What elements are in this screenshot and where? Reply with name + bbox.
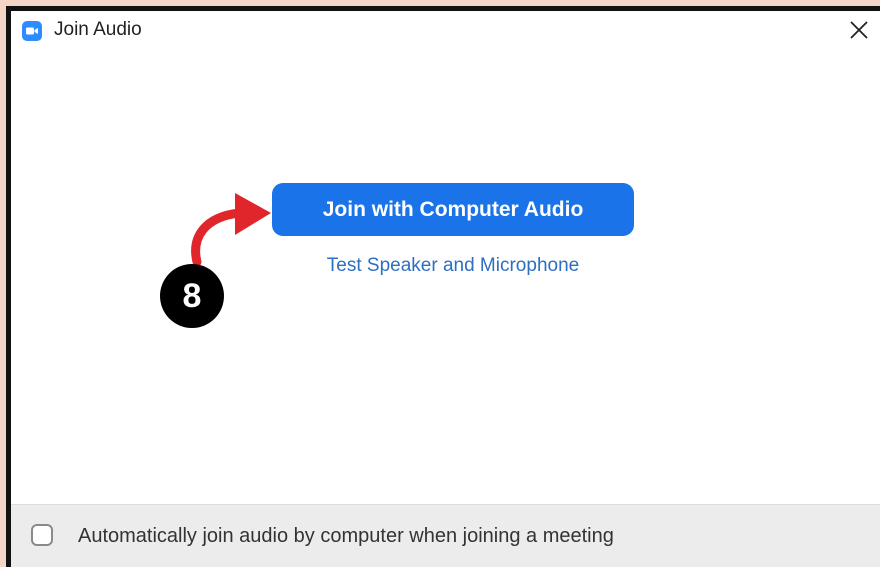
window-title: Join Audio [54,19,142,40]
title-bar: Join Audio [11,11,880,49]
step-number-badge: 8 [160,264,224,328]
footer-bar: Automatically join audio by computer whe… [11,504,880,567]
close-icon [850,21,868,39]
join-computer-audio-button[interactable]: Join with Computer Audio [272,183,634,236]
auto-join-label: Automatically join audio by computer whe… [78,525,614,547]
curved-arrow-icon [191,193,271,267]
close-button[interactable] [838,11,880,49]
auto-join-checkbox[interactable] [31,524,53,546]
test-speaker-microphone-link[interactable]: Test Speaker and Microphone [272,255,634,277]
join-audio-dialog: Join Audio Join with Computer Audio Test… [11,11,880,567]
zoom-camera-icon [22,21,42,41]
